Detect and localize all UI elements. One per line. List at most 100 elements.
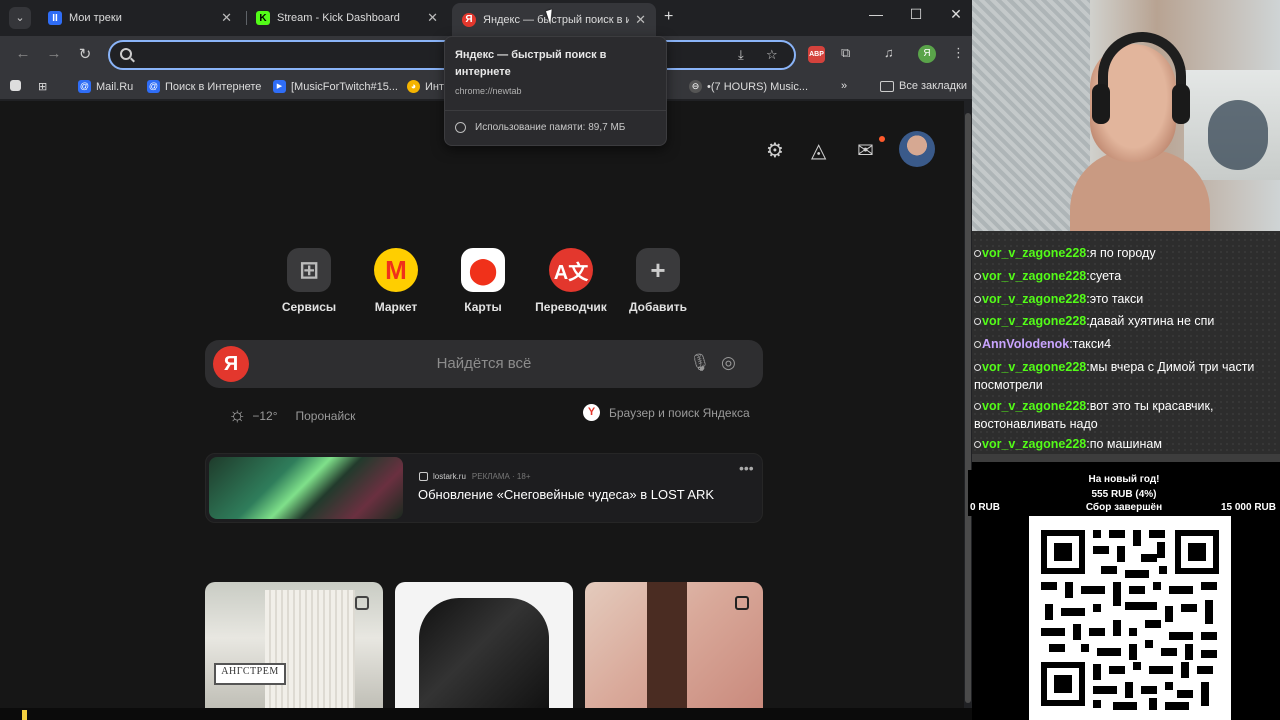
tab-search-button[interactable]: ⌄	[9, 7, 31, 29]
camera-search-icon[interactable]: ◎	[721, 353, 736, 373]
plus-icon: +	[636, 248, 680, 292]
chat-badge-icon	[974, 403, 981, 410]
bookmark-int[interactable]: ◕ Инт	[407, 80, 444, 93]
globe-icon: ⊖	[689, 80, 702, 93]
bookmark-mail-ru[interactable]: @ Mail.Ru	[78, 80, 133, 93]
reload-icon[interactable]: ↻	[75, 45, 95, 63]
tab-strip: ⌄ II Мои треки ✕ K Stream - Kick Dashboa…	[0, 0, 972, 36]
forward-icon[interactable]: →	[44, 45, 64, 62]
new-tab-button[interactable]: +	[664, 8, 673, 26]
headphone-right	[1172, 84, 1190, 124]
maximize-icon[interactable]: ☐	[906, 6, 926, 23]
close-icon[interactable]: ✕	[221, 10, 232, 26]
media-controls-icon[interactable]: ♫	[884, 45, 894, 60]
service-maps[interactable]: ⬤ Карты	[443, 248, 523, 314]
headphone-left	[1092, 84, 1110, 124]
bookmark-7-hours-music[interactable]: ⊖ •(7 HOURS) Music...	[689, 80, 808, 93]
play-icon: ▶	[273, 80, 286, 93]
more-bookmarks-icon[interactable]: »	[841, 80, 847, 92]
qr-code-graphic	[1041, 530, 1219, 710]
bookmark-label: Поиск в Интернете	[165, 80, 262, 93]
service-translator[interactable]: A文 Переводчик	[531, 248, 611, 314]
menu-icon[interactable]: ⋮	[952, 45, 965, 61]
tab-kick-dashboard[interactable]: K Stream - Kick Dashboard ✕	[246, 0, 448, 36]
browser-promo-link[interactable]: Y Браузер и поиск Яндекса	[583, 404, 750, 421]
sidebar-toggle-icon[interactable]	[10, 80, 26, 91]
chat-badge-icon	[974, 364, 981, 371]
chat-message: vor_v_zagone228:мы вчера с Димой три час…	[974, 360, 1255, 392]
all-bookmarks-folder[interactable]: Все закладки	[880, 80, 967, 92]
chat-badge-icon	[974, 250, 981, 257]
weather-widget[interactable]: ☼ −12° Поронайск	[228, 404, 355, 427]
ad-domain: lostark.ru	[433, 472, 466, 481]
brand-logo: АНГСТРЕМ	[214, 663, 286, 685]
back-icon[interactable]: ←	[13, 45, 33, 62]
site-icon	[419, 472, 428, 481]
weather-location: Поронайск	[295, 408, 356, 423]
bookmark-label: [MusicForTwitch#15...	[291, 80, 398, 93]
user-avatar[interactable]	[899, 131, 935, 167]
chat-divider	[972, 454, 1280, 462]
maps-icon: ⬤	[461, 248, 505, 292]
bookmark-label: Инт	[425, 80, 445, 93]
adblock-extension-icon[interactable]: ABP	[808, 46, 825, 63]
tab-my-tracks[interactable]: II Мои треки ✕	[38, 0, 242, 36]
divider	[445, 110, 666, 111]
service-add[interactable]: + Добавить	[618, 248, 698, 314]
taskbar-indicator	[22, 710, 27, 720]
wardrobe-image	[265, 590, 355, 720]
service-market[interactable]: M Маркет	[356, 248, 436, 314]
service-label: Сервисы	[281, 300, 337, 314]
feed-card-coat[interactable]	[585, 582, 763, 720]
scrollbar-thumb[interactable]	[965, 113, 971, 703]
tab-title: Stream - Kick Dashboard	[277, 12, 400, 24]
chat-username: vor_v_zagone228	[982, 437, 1087, 451]
search-placeholder: Найдётся всё	[436, 355, 532, 372]
mail-icon[interactable]: ✉	[857, 138, 874, 163]
service-label: Карты	[464, 300, 502, 314]
microphone-icon[interactable]: 🎙	[689, 353, 711, 373]
settings-sliders-icon[interactable]: ⚙	[766, 138, 784, 163]
goal-max: 15 000 RUB	[1220, 502, 1276, 513]
chat-text: суета	[1089, 269, 1122, 283]
bookmark-music-for-twitch[interactable]: ▶ [MusicForTwitch#15...	[273, 80, 398, 93]
grid-icon: ⊞	[287, 248, 331, 292]
close-window-icon[interactable]: ✕	[946, 6, 966, 23]
yandex-search-box[interactable]: Я Найдётся всё 🎙 ◎	[205, 340, 763, 388]
close-icon[interactable]: ✕	[427, 10, 438, 26]
extensions-icon[interactable]: ⧉	[841, 45, 850, 61]
install-app-icon[interactable]: ⤓	[738, 47, 744, 63]
chat-message: vor_v_zagone228:давай хуятина не спи	[974, 312, 1276, 330]
service-services[interactable]: ⊞ Сервисы	[269, 248, 349, 314]
feed-card-jacket[interactable]	[395, 582, 573, 720]
tab-title: Мои треки	[69, 12, 122, 24]
donation-goal-widget: На новый год! 555 RUB (4%) 0 RUB Сбор за…	[968, 470, 1280, 516]
service-label: Добавить	[628, 300, 688, 314]
translate-icon: A文	[549, 248, 593, 292]
profile-avatar[interactable]: Я	[918, 45, 936, 63]
hover-card-title: Яндекс — быстрый поиск в интернете	[455, 49, 607, 78]
browser-window: ⌄ II Мои треки ✕ K Stream - Kick Dashboa…	[0, 0, 972, 720]
apps-grid-icon[interactable]: ⊞	[38, 80, 47, 93]
chat-username: vor_v_zagone228	[982, 292, 1087, 306]
video-icon[interactable]	[735, 596, 749, 610]
chrome-icon: ◕	[407, 80, 420, 93]
alice-icon[interactable]: ◬	[811, 138, 826, 163]
goal-title: На новый год!	[1088, 474, 1160, 485]
bookmark-label: Все закладки	[899, 80, 968, 92]
chat-username: vor_v_zagone228	[982, 314, 1087, 328]
bookmark-star-icon[interactable]: ☆	[766, 47, 778, 63]
ad-banner[interactable]: lostark.ru РЕКЛАМА · 18+ Обновление «Сне…	[205, 453, 763, 523]
close-icon[interactable]: ✕	[635, 12, 646, 28]
more-options-icon[interactable]: •••	[739, 460, 754, 476]
bookmark-internet-search[interactable]: @ Поиск в Интернете	[147, 80, 261, 93]
goal-raised: 555 RUB (4%)	[1091, 489, 1157, 500]
promo-text: Браузер и поиск Яндекса	[609, 405, 750, 420]
tab-hover-card: Яндекс — быстрый поиск в интернете chrom…	[444, 36, 667, 146]
feed-card-furniture[interactable]: АНГСТРЕМ	[205, 582, 383, 720]
shopping-bag-icon[interactable]	[355, 596, 369, 610]
chat-message: vor_v_zagone228:суета	[974, 267, 1276, 285]
minimize-icon[interactable]: —	[866, 6, 886, 22]
page-scrollbar[interactable]	[964, 101, 972, 720]
market-icon: M	[374, 248, 418, 292]
